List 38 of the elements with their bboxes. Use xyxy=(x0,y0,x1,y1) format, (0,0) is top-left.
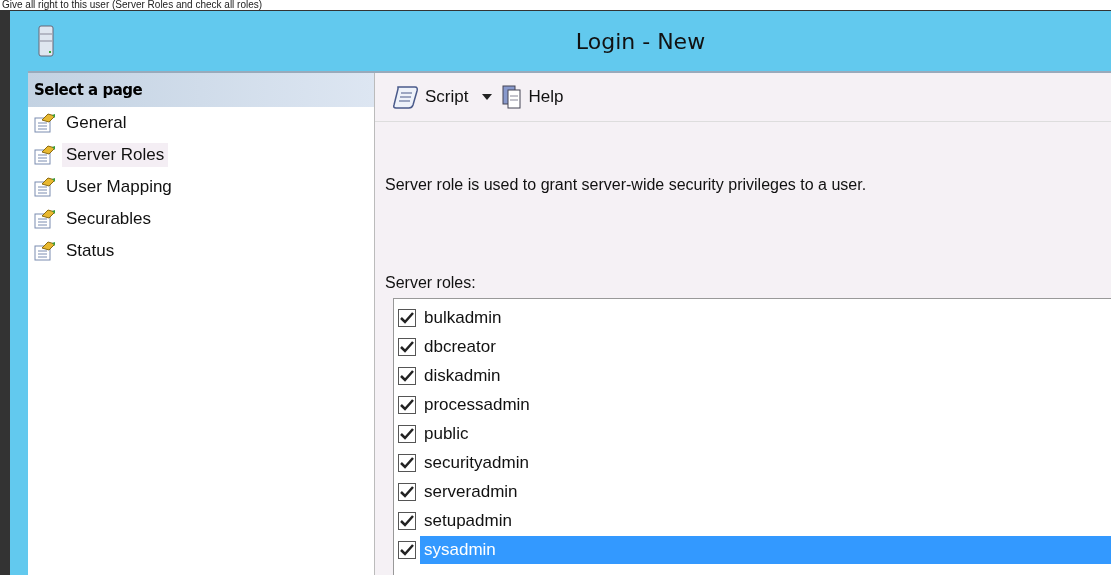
role-item[interactable]: securityadmin xyxy=(420,448,1111,477)
sidebar-item[interactable]: User Mapping xyxy=(62,175,176,199)
checkbox[interactable] xyxy=(398,337,416,356)
page-icon xyxy=(34,209,56,229)
description-text: Server role is used to grant server-wide security privileges to a user. xyxy=(385,176,868,194)
page-icon xyxy=(34,145,56,165)
role-item[interactable]: bulkadmin xyxy=(420,303,1111,332)
caret-icon xyxy=(482,94,493,100)
help-button[interactable]: Help xyxy=(500,83,566,111)
window-title: Login - New xyxy=(575,28,706,54)
checkbox[interactable] xyxy=(398,366,416,385)
role-item[interactable]: processadmin xyxy=(420,390,1111,419)
role-item[interactable]: dbcreator xyxy=(420,332,1111,361)
caption-text: Give all right to this user (Server Roles and check all roles) xyxy=(1,0,264,10)
checkbox[interactable] xyxy=(398,395,416,414)
role-item[interactable]: public xyxy=(420,419,1111,448)
script-button[interactable]: Script xyxy=(391,83,495,111)
sidebar-item[interactable]: General xyxy=(62,111,131,135)
checkbox[interactable] xyxy=(398,540,416,559)
scroll-icon xyxy=(393,85,419,109)
checkbox[interactable] xyxy=(398,482,416,501)
checkbox[interactable] xyxy=(398,308,416,327)
checkbox[interactable] xyxy=(398,511,416,530)
page-icon xyxy=(34,113,56,133)
page-icon xyxy=(34,241,56,261)
document-icon xyxy=(502,85,523,109)
checkbox[interactable] xyxy=(398,424,416,443)
role-item[interactable]: diskadmin xyxy=(420,361,1111,390)
roles-label: Server roles: xyxy=(385,274,477,292)
sidebar-item[interactable]: Securables xyxy=(62,207,156,231)
sidebar-item[interactable]: Status xyxy=(62,239,119,263)
server-icon xyxy=(38,25,54,57)
sidebar-header: Select a page xyxy=(28,73,374,107)
page-icon xyxy=(34,177,56,197)
role-item[interactable]: serveradmin xyxy=(420,477,1111,506)
checkbox[interactable] xyxy=(398,453,416,472)
role-item[interactable]: setupadmin xyxy=(420,506,1111,535)
sidebar-item[interactable]: Server Roles xyxy=(62,143,169,167)
